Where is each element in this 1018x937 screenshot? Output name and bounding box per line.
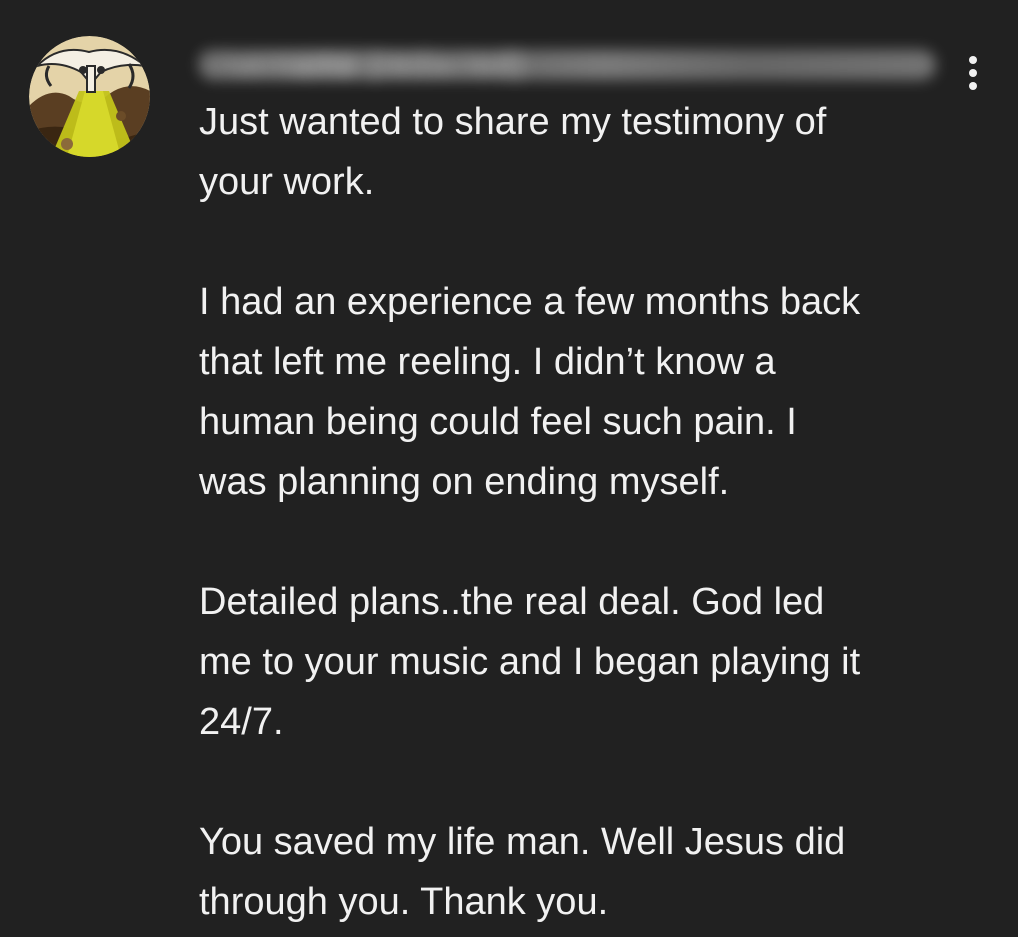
comment-text: Just wanted to share my testimony of you… [199,92,989,932]
comment-line: Just wanted to share my testimony of [199,101,827,143]
comment-line: your work. [199,161,375,203]
user-avatar[interactable] [29,36,150,157]
comment-line: that left me reeling. I didn’t know a [199,341,776,383]
comment-paragraph: Just wanted to share my testimony of you… [199,92,989,212]
author-name[interactable]: Username (redacted) [198,44,936,86]
more-vert-icon [969,56,977,64]
comment-line: human being could feel such pain. I [199,401,797,443]
more-vert-icon-dot [969,69,977,77]
author-name-text: Username (redacted) [204,48,526,81]
comment-paragraph: You saved my life man. Well Jesus did th… [199,812,989,932]
comment-line: me to your music and I began playing it [199,641,861,683]
more-vert-icon-dot [969,82,977,90]
comment-line: through you. Thank you. [199,881,609,923]
comment-line: I had an experience a few months back [199,281,861,323]
comment-line: You saved my life man. Well Jesus did [199,821,846,863]
comment-paragraph: Detailed plans..the real deal. God led m… [199,572,989,752]
comment-card: Username (redacted) Just wanted to share… [0,0,1018,937]
comment-line: Detailed plans..the real deal. God led [199,581,825,623]
comment-line: 24/7. [199,701,284,743]
more-options-button[interactable] [958,52,988,92]
avatar-image [29,36,150,157]
comment-line: was planning on ending myself. [199,461,730,503]
comment-paragraph: I had an experience a few months back th… [199,272,989,512]
